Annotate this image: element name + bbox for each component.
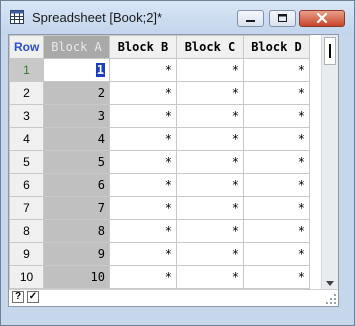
grid-cell[interactable]: *	[243, 81, 310, 105]
row-header[interactable]: 2	[9, 81, 44, 105]
grid-cell[interactable]: *	[243, 242, 310, 266]
grid-cell[interactable]: 5	[43, 150, 110, 174]
grid-cell[interactable]: *	[176, 127, 244, 151]
table-row: 10 10 * * *	[9, 265, 310, 289]
grid-cell[interactable]: *	[109, 58, 177, 82]
grid-cell[interactable]: *	[176, 173, 244, 197]
grid-cell[interactable]: *	[243, 127, 310, 151]
grid-cell[interactable]: *	[243, 104, 310, 128]
grid-cell[interactable]: *	[109, 265, 177, 289]
status-bar: ? ✓	[9, 289, 338, 306]
grid-cell[interactable]: *	[176, 104, 244, 128]
scroll-down-arrow-icon[interactable]	[326, 281, 334, 286]
checkmark-button[interactable]: ✓	[27, 291, 39, 303]
row-header[interactable]: 9	[9, 242, 44, 266]
grid-cell[interactable]: 4	[43, 127, 110, 151]
grid-cell[interactable]: *	[243, 173, 310, 197]
grid-cell[interactable]: *	[176, 265, 244, 289]
grid-cell[interactable]: *	[109, 104, 177, 128]
grid-cell[interactable]: *	[243, 265, 310, 289]
corner-row-header[interactable]: Row	[9, 35, 44, 59]
header-row: Row Block A Block B Block C Block D	[9, 35, 310, 59]
table-row: 6 6 * * *	[9, 173, 310, 197]
grid-cell[interactable]: 6	[43, 173, 110, 197]
table-row: 4 4 * * *	[9, 127, 310, 151]
table-row: 5 5 * * *	[9, 150, 310, 174]
grid-cell[interactable]: 7	[43, 196, 110, 220]
column-header-block-a[interactable]: Block A	[43, 35, 110, 59]
grid-cell-active[interactable]: 1	[43, 58, 110, 82]
grid-cell[interactable]: 9	[43, 242, 110, 266]
spreadsheet-icon	[10, 10, 24, 24]
table-row: 7 7 * * *	[9, 196, 310, 220]
column-header-block-c[interactable]: Block C	[176, 35, 244, 59]
help-button[interactable]: ?	[12, 291, 24, 303]
minimize-button[interactable]	[237, 10, 264, 27]
grid-cell[interactable]: *	[243, 196, 310, 220]
table-row: 8 8 * * *	[9, 219, 310, 243]
grid-cell[interactable]: 8	[43, 219, 110, 243]
spreadsheet-window: Spreadsheet [Book;2]* Row Block A Block …	[0, 0, 355, 326]
grid-cell[interactable]: *	[243, 150, 310, 174]
scrollbar-thumb[interactable]	[324, 37, 336, 65]
close-button[interactable]	[299, 10, 345, 27]
grid-cell[interactable]: *	[109, 219, 177, 243]
row-header[interactable]: 4	[9, 127, 44, 151]
row-header[interactable]: 6	[9, 173, 44, 197]
grid-cell[interactable]: *	[176, 81, 244, 105]
grid-cell[interactable]: *	[176, 196, 244, 220]
row-header[interactable]: 3	[9, 104, 44, 128]
grid-cell[interactable]: *	[176, 219, 244, 243]
grid-cell[interactable]: 10	[43, 265, 110, 289]
close-icon	[316, 12, 328, 24]
table-row: 1 1 * * *	[9, 58, 310, 82]
row-header[interactable]: 7	[9, 196, 44, 220]
window-title: Spreadsheet [Book;2]*	[32, 10, 163, 25]
grid-cell[interactable]: *	[109, 242, 177, 266]
maximize-button[interactable]	[269, 10, 296, 27]
maximize-icon	[278, 14, 287, 22]
row-header[interactable]: 10	[9, 265, 44, 289]
row-header[interactable]: 1	[9, 58, 44, 82]
vertical-scrollbar[interactable]	[321, 35, 338, 291]
data-grid: Row Block A Block B Block C Block D 1 1 …	[9, 35, 310, 289]
grid-cell[interactable]: 2	[43, 81, 110, 105]
row-header[interactable]: 8	[9, 219, 44, 243]
grid-cell[interactable]: *	[109, 81, 177, 105]
grid-cell[interactable]: *	[243, 58, 310, 82]
grid-cell[interactable]: *	[109, 150, 177, 174]
cell-value-editing[interactable]: 1	[95, 63, 105, 77]
spreadsheet-client: Row Block A Block B Block C Block D 1 1 …	[8, 34, 339, 307]
grid-cell[interactable]: *	[176, 242, 244, 266]
grid-cell[interactable]: *	[109, 127, 177, 151]
grid-cell[interactable]: *	[243, 219, 310, 243]
column-header-block-b[interactable]: Block B	[109, 35, 177, 59]
column-header-block-d[interactable]: Block D	[243, 35, 310, 59]
table-row: 3 3 * * *	[9, 104, 310, 128]
grid-cell[interactable]: *	[109, 173, 177, 197]
grid-cell[interactable]: *	[109, 196, 177, 220]
grid-cell[interactable]: *	[176, 58, 244, 82]
table-row: 9 9 * * *	[9, 242, 310, 266]
title-bar[interactable]: Spreadsheet [Book;2]*	[1, 1, 354, 34]
table-row: 2 2 * * *	[9, 81, 310, 105]
row-header[interactable]: 5	[9, 150, 44, 174]
resize-grip-icon[interactable]	[324, 292, 338, 306]
grid-cell[interactable]: 3	[43, 104, 110, 128]
minimize-icon	[246, 20, 255, 22]
grid-cell[interactable]: *	[176, 150, 244, 174]
